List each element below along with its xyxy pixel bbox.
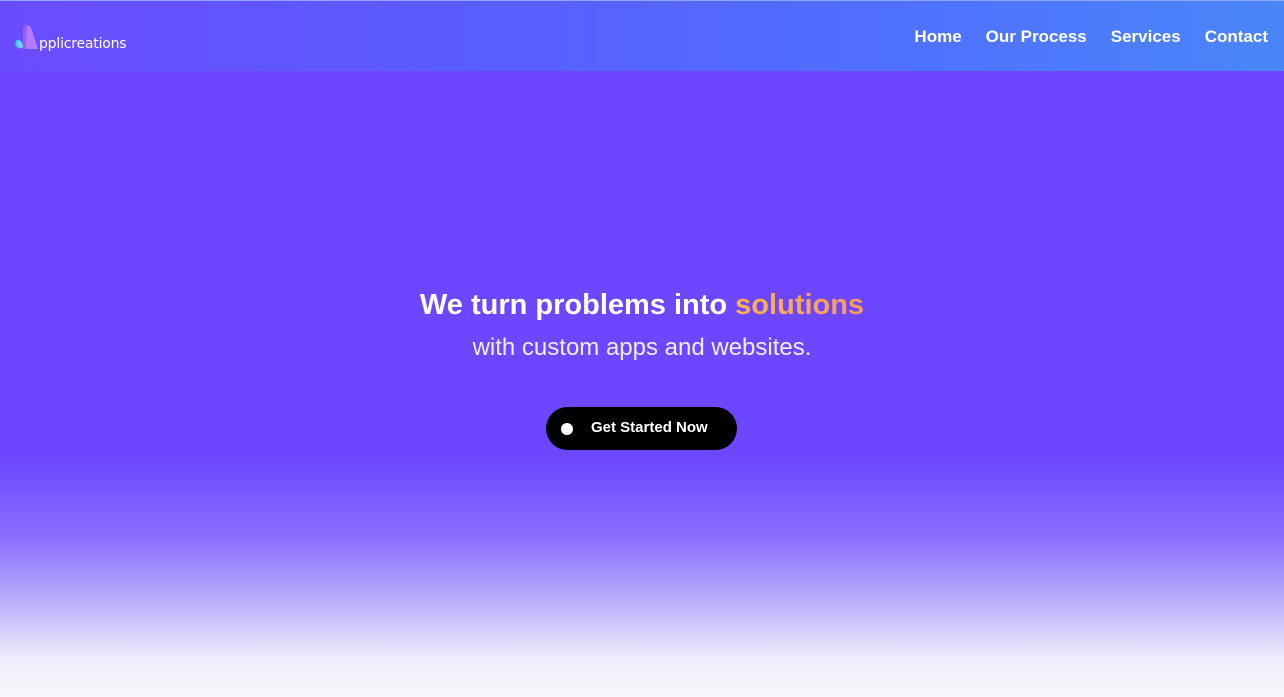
dot-icon bbox=[561, 423, 573, 435]
main-nav: Home Our Process Services Contact bbox=[914, 27, 1268, 47]
get-started-button[interactable]: Get Started Now bbox=[546, 407, 737, 450]
hero-section: We turn problems into solutions with cus… bbox=[0, 283, 1284, 369]
applicreations-logo-icon bbox=[14, 23, 40, 53]
brand-name: pplicreations bbox=[39, 36, 127, 52]
nav-link-our-process[interactable]: Our Process bbox=[986, 27, 1087, 47]
hero-headline: We turn problems into solutions bbox=[0, 283, 1284, 327]
hero-subline: with custom apps and websites. bbox=[472, 334, 812, 361]
nav-link-services[interactable]: Services bbox=[1111, 27, 1181, 47]
nav-link-home[interactable]: Home bbox=[914, 27, 961, 47]
brand-logo[interactable]: pplicreations bbox=[14, 21, 127, 53]
get-started-label: Get Started Now bbox=[591, 419, 708, 436]
top-navbar: pplicreations Home Our Process Services … bbox=[0, 0, 1284, 71]
nav-link-contact[interactable]: Contact bbox=[1205, 27, 1268, 47]
hero-headline-highlight: solutions bbox=[735, 289, 865, 321]
hero-headline-prefix: We turn problems into bbox=[419, 289, 736, 321]
